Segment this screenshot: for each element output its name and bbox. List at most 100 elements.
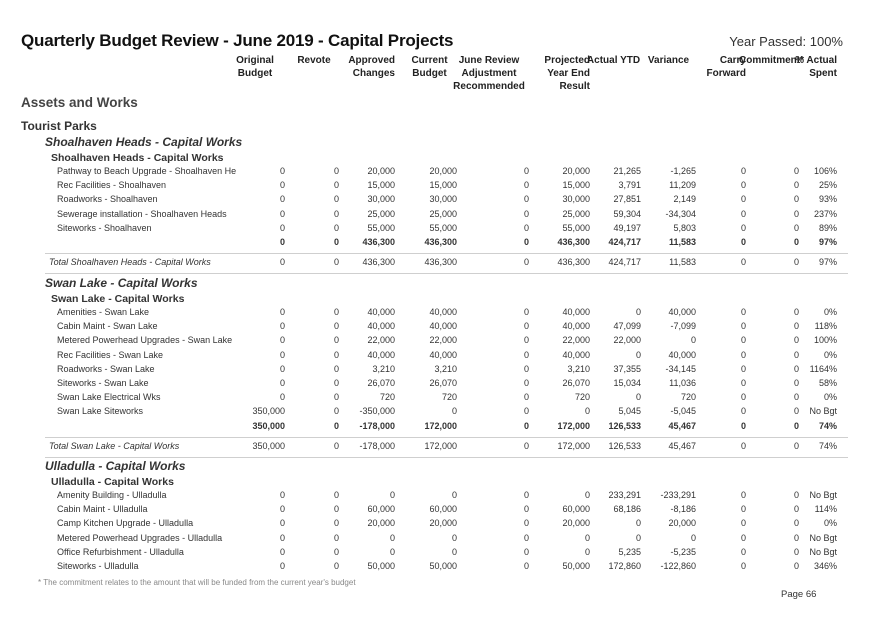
- cell-current: 55,000: [429, 222, 457, 233]
- cell-june: 0: [523, 222, 529, 233]
- cell-approved: 3,210: [372, 363, 395, 374]
- cell-approved: 720: [379, 392, 395, 403]
- column-header-line: Changes: [352, 68, 395, 79]
- cell-june: 0: [523, 420, 529, 431]
- cell-june: 0: [523, 166, 529, 176]
- cell-approved: 25,000: [367, 208, 395, 219]
- column-header-june: June Review Adjustment Recommended: [449, 54, 529, 93]
- cell-june: 0: [523, 392, 529, 403]
- table-row: Cabin Maint - Swan Lake 0 0 40,000 40,000 0 40…: [0, 321, 889, 335]
- cell-current: 172,000: [424, 440, 457, 451]
- divider-line: [45, 436, 848, 438]
- table-row: Metered Powerhead Upgrades - Swan Lake 0 0…: [0, 335, 889, 349]
- cell-approved: 50,000: [367, 561, 395, 571]
- cell-current: 40,000: [429, 307, 457, 317]
- cell-current: 26,070: [429, 378, 457, 388]
- group-subtitle: Ulladulla - Capital Works: [51, 476, 174, 488]
- cell-approved: -350,000: [359, 406, 395, 417]
- row-label: Roadworks - Shoalhaven: [57, 194, 158, 205]
- cell-current: 40,000: [429, 349, 457, 360]
- cell-current: 20,000: [429, 518, 457, 529]
- cell-june: 0: [523, 363, 529, 374]
- row-label: Metered Powerhead Upgrades - Ulladulla: [57, 532, 223, 543]
- cell-june: 0: [523, 194, 529, 205]
- cell-pct: 1164%: [809, 363, 837, 374]
- table-row: Swan Lake Electrical Wks 0 0 720 720 0 720 0 720…: [0, 392, 889, 406]
- column-header-line: Commitment*: [739, 55, 805, 66]
- cell-current: 30,000: [429, 194, 457, 205]
- cell-pct: 346%: [813, 561, 837, 571]
- cell-approved: 40,000: [367, 349, 395, 360]
- table-row: Roadworks - Swan Lake 0 0 3,210 3,210 0 3,210 3…: [0, 364, 889, 378]
- cell-current: 25,000: [429, 208, 457, 219]
- group-title: Swan Lake - Capital Works: [45, 276, 198, 290]
- column-header-variance: Variance: [641, 54, 696, 67]
- column-header-pct: % Actual Spent: [792, 54, 837, 80]
- row-label: Office Refurbishment - Ulladulla: [57, 546, 184, 557]
- divider-line: [45, 457, 848, 458]
- column-header-line: Original: [236, 55, 274, 66]
- table-row: Camp Kitchen Upgrade - Ulladulla 0 0 20,000…: [0, 518, 889, 532]
- cell-pct: 93%: [818, 194, 837, 205]
- row-label: Amenity Building - Ulladulla: [57, 490, 167, 500]
- cell-june: 0: [523, 440, 529, 451]
- cell-june: 0: [523, 208, 529, 219]
- subsection-heading: Tourist Parks: [21, 119, 97, 133]
- cell-pct: No Bgt: [809, 546, 837, 557]
- cell-pct: 25%: [818, 180, 837, 191]
- cell-pct: 118%: [814, 321, 837, 332]
- cell-current: 720: [441, 392, 457, 403]
- cell-approved: 20,000: [367, 518, 395, 529]
- row-label: Camp Kitchen Upgrade - Ulladulla: [57, 518, 194, 529]
- cell-pct: 0%: [823, 349, 837, 360]
- cell-approved: 0: [389, 532, 395, 543]
- table-row: Rec Facilities - Swan Lake 0 0 40,000 40,000…: [0, 350, 889, 364]
- table-row: Siteworks - Ulladulla 0 0 50,000 50,000 0 50,0…: [0, 561, 889, 575]
- total-row: Total Shoalhaven Heads - Capital Works 0 0…: [0, 257, 889, 271]
- column-header-line: Revote: [297, 55, 331, 66]
- cell-current: 0: [451, 406, 457, 417]
- row-label: Cabin Maint - Swan Lake: [57, 321, 158, 332]
- cell-approved: 436,300: [362, 257, 395, 268]
- cell-june: 0: [523, 180, 529, 191]
- row-label: Rec Facilities - Swan Lake: [57, 349, 164, 360]
- total-row: Total Swan Lake - Capital Works 350,000 0-…: [0, 441, 889, 455]
- table-row: Swan Lake Siteworks 350,000 0 -350,000 0 0 0 5,…: [0, 406, 889, 420]
- cell-june: 0: [523, 546, 529, 557]
- cell-pct: No Bgt: [809, 532, 837, 543]
- cell-current: 436,300: [424, 257, 457, 268]
- group-subtitle: Shoalhaven Heads - Capital Works: [51, 152, 224, 164]
- column-header-actual: Actual YTD: [586, 54, 641, 67]
- row-label: Cabin Maint - Ulladulla: [57, 504, 148, 515]
- table-row: Cabin Maint - Ulladulla 0 0 60,000 60,000 0 60…: [0, 504, 889, 518]
- cell-pct: 100%: [813, 335, 837, 346]
- cell-pct: 58%: [818, 378, 837, 388]
- column-header-line: Projected: [544, 55, 590, 66]
- subtotal-row: 350,000 0 -178,000 172,000 0 172,000 126,533 45…: [0, 421, 889, 435]
- cell-june: 0: [523, 378, 529, 388]
- cell-june: 0: [523, 532, 529, 543]
- column-header-line: Recommended: [453, 81, 525, 92]
- table-row: Pathway to Beach Upgrade - Shoalhaven He…: [0, 166, 889, 180]
- cell-june: 0: [523, 490, 529, 500]
- row-label: Sewerage installation - Shoalhaven Heads: [57, 208, 227, 219]
- group-title: Shoalhaven Heads - Capital Works: [45, 135, 243, 149]
- cell-pct: 97%: [818, 257, 837, 268]
- column-header-line: % Actual: [795, 55, 837, 66]
- cell-current: 15,000: [429, 180, 457, 191]
- cell-pct: 106%: [813, 166, 837, 176]
- cell-current: 22,000: [429, 335, 457, 346]
- column-header-approved: Approved Changes: [335, 54, 395, 80]
- cell-pct: 0%: [823, 307, 837, 317]
- table-row: Siteworks - Shoalhaven 0 0 55,000 55,000 0 55,…: [0, 223, 889, 237]
- row-label: Siteworks - Shoalhaven: [57, 222, 152, 233]
- row-label: Swan Lake Electrical Wks: [57, 392, 161, 403]
- cell-current: 436,300: [424, 237, 457, 247]
- cell-approved: 15,000: [367, 180, 395, 191]
- cell-approved: -178,000: [359, 440, 395, 451]
- table-row: Amenities - Swan Lake 0 0 40,000 40,000 0 40,0…: [0, 307, 889, 321]
- row-label: Pathway to Beach Upgrade - Shoalhaven He: [57, 166, 237, 176]
- column-header-revote: Revote: [289, 54, 339, 67]
- cell-pct: 74%: [818, 420, 837, 431]
- row-label: Swan Lake Siteworks: [57, 406, 144, 417]
